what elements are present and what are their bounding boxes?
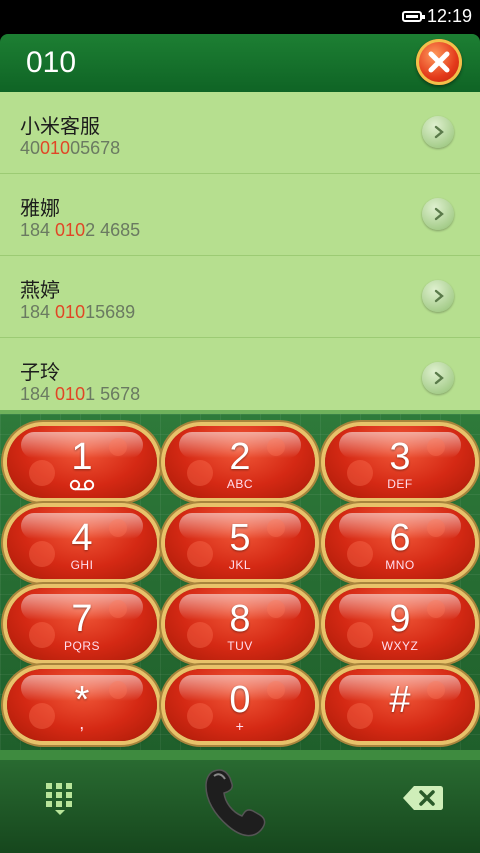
contact-name: 子玲 xyxy=(20,360,60,384)
close-icon xyxy=(428,51,450,73)
contact-detail-button[interactable] xyxy=(422,198,454,230)
key-0[interactable]: 0 + xyxy=(165,669,315,741)
key-hash[interactable]: # xyxy=(325,669,475,741)
chevron-right-icon xyxy=(434,289,444,303)
contact-detail-button[interactable] xyxy=(422,116,454,148)
phone-handset-icon xyxy=(205,769,266,837)
dial-header: 010 xyxy=(0,34,480,92)
key-digit: 2 xyxy=(229,436,251,478)
backspace-button[interactable] xyxy=(402,784,444,812)
key-digit: 6 xyxy=(389,517,411,559)
key-9[interactable]: 9 WXYZ xyxy=(325,588,475,660)
clear-button[interactable] xyxy=(416,39,462,85)
key-5[interactable]: 5 JKL xyxy=(165,507,315,579)
dial-keypad: 1 2 ABC 3 DEF 4 GHI 5 JKL 6 MNO 7 PQRS 8… xyxy=(0,410,480,750)
key-letters: MNO xyxy=(385,558,415,572)
key-4[interactable]: 4 GHI xyxy=(7,507,157,579)
battery-icon xyxy=(402,11,425,22)
dialpad-icon xyxy=(46,783,72,815)
bottom-bar xyxy=(0,750,480,853)
key-letters: + xyxy=(235,718,245,734)
key-letters: WXYZ xyxy=(381,639,419,653)
key-digit: 0 xyxy=(229,679,251,721)
contact-number: 184 0101 5678 xyxy=(20,384,141,404)
key-digit: 9 xyxy=(389,598,411,640)
key-letters: PQRS xyxy=(63,639,100,653)
contact-name: 燕婷 xyxy=(20,278,60,302)
key-digit: 5 xyxy=(229,517,251,559)
key-digit: 7 xyxy=(71,598,93,640)
key-letters: GHI xyxy=(70,558,94,572)
key-star[interactable]: * , xyxy=(7,669,157,741)
chevron-right-icon xyxy=(434,207,444,221)
key-digit: 8 xyxy=(229,598,251,640)
contact-number: 4001005678 xyxy=(20,138,121,158)
key-letters: ABC xyxy=(226,477,254,491)
key-8[interactable]: 8 TUV xyxy=(165,588,315,660)
key-1[interactable]: 1 xyxy=(7,426,157,498)
contact-name: 雅娜 xyxy=(20,196,60,220)
contact-detail-button[interactable] xyxy=(422,362,454,394)
chevron-right-icon xyxy=(434,125,444,139)
key-digit: 1 xyxy=(71,436,93,478)
contact-number: 184 01015689 xyxy=(20,302,136,322)
key-6[interactable]: 6 MNO xyxy=(325,507,475,579)
voicemail-icon xyxy=(7,476,157,495)
dialpad-toggle-button[interactable] xyxy=(44,781,76,817)
key-letters: JKL xyxy=(228,558,252,572)
contact-name: 小米客服 xyxy=(20,114,100,138)
contact-row[interactable]: 子玲 184 0101 5678 xyxy=(0,338,480,410)
contact-number: 184 0102 4685 xyxy=(20,220,141,240)
dialed-number: 010 xyxy=(26,46,77,79)
key-2[interactable]: 2 ABC xyxy=(165,426,315,498)
key-letters: , xyxy=(79,713,85,733)
contact-detail-button[interactable] xyxy=(422,280,454,312)
backspace-icon xyxy=(403,786,443,810)
contact-list: 小米客服 4001005678 雅娜 184 0102 4685 燕婷 184 … xyxy=(0,92,480,410)
key-digit: 4 xyxy=(71,517,93,559)
contact-row[interactable]: 燕婷 184 01015689 xyxy=(0,256,480,338)
key-7[interactable]: 7 PQRS xyxy=(7,588,157,660)
status-time: 12:19 xyxy=(426,6,472,26)
key-letters: DEF xyxy=(387,477,413,491)
contact-row[interactable]: 小米客服 4001005678 xyxy=(0,92,480,174)
key-digit: 3 xyxy=(389,436,411,478)
key-3[interactable]: 3 DEF xyxy=(325,426,475,498)
status-bar: 12:19 xyxy=(0,0,480,34)
contact-row[interactable]: 雅娜 184 0102 4685 xyxy=(0,174,480,256)
chevron-right-icon xyxy=(434,371,444,385)
call-button[interactable] xyxy=(198,762,282,842)
key-letters: TUV xyxy=(227,639,253,653)
key-digit: # xyxy=(389,679,411,721)
